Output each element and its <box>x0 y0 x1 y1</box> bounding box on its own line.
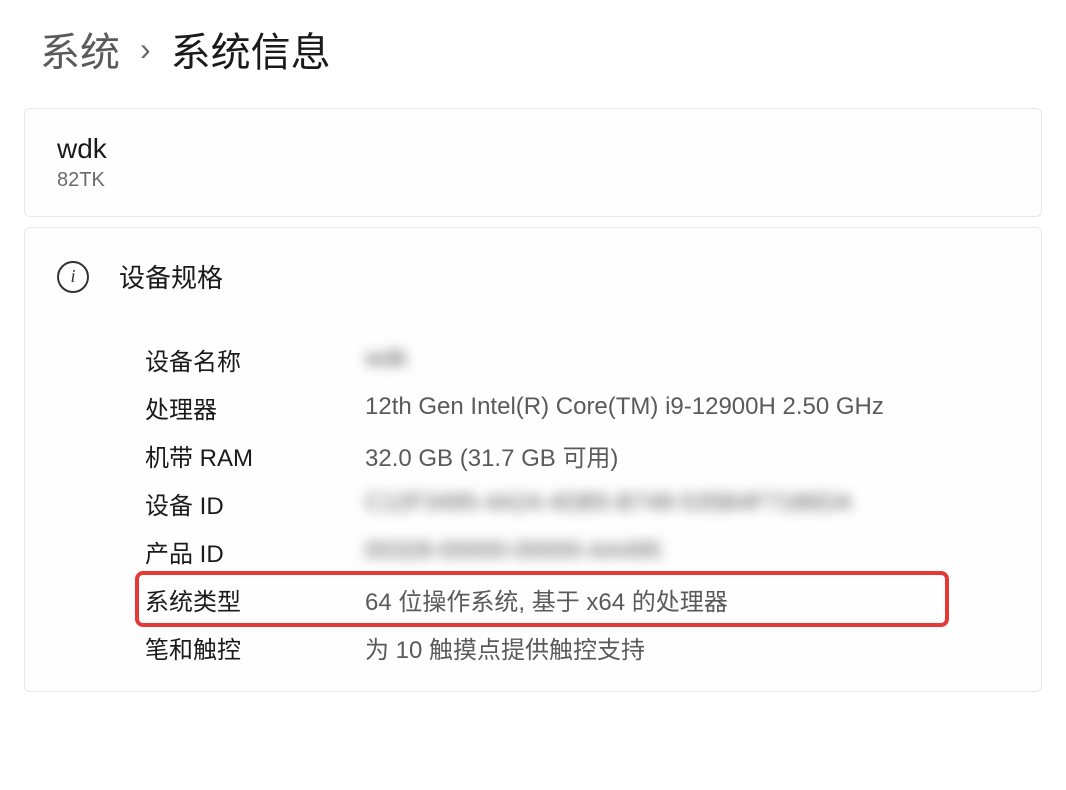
spec-value: 为 10 触摸点提供触控支持 <box>365 630 1009 665</box>
specs-card: i 设备规格 设备名称wdk处理器12th Gen Intel(R) Core(… <box>24 227 1042 692</box>
spec-value: C12F3495-4A24-4DB5-B748-535B4F7186DA <box>365 489 1009 517</box>
spec-value: 00328-00000-00000-AA495 <box>365 537 1009 565</box>
spec-value: 32.0 GB (31.7 GB 可用) <box>365 438 1009 473</box>
spec-row: 设备 IDC12F3495-4A24-4DB5-B748-535B4F7186D… <box>145 479 1009 527</box>
spec-row: 产品 ID00328-00000-00000-AA495 <box>145 527 1009 575</box>
spec-label: 系统类型 <box>145 582 365 617</box>
device-model: 82TK <box>57 169 1009 192</box>
breadcrumb: 系统 › 系统信息 <box>0 0 1066 108</box>
device-name: wdk <box>57 133 1009 165</box>
spec-value: wdk <box>365 345 1009 373</box>
spec-label: 机带 RAM <box>145 438 365 473</box>
spec-row: 处理器12th Gen Intel(R) Core(TM) i9-12900H … <box>145 383 1009 431</box>
specs-table: 设备名称wdk处理器12th Gen Intel(R) Core(TM) i9-… <box>25 335 1041 671</box>
specs-header[interactable]: i 设备规格 <box>25 228 1041 335</box>
spec-row: 设备名称wdk <box>145 335 1009 383</box>
breadcrumb-current: 系统信息 <box>171 20 331 78</box>
spec-row: 机带 RAM32.0 GB (31.7 GB 可用) <box>145 431 1009 479</box>
chevron-right-icon: › <box>140 31 151 68</box>
spec-value: 12th Gen Intel(R) Core(TM) i9-12900H 2.5… <box>365 393 1009 421</box>
spec-value: 64 位操作系统, 基于 x64 的处理器 <box>365 582 1009 617</box>
info-icon: i <box>57 261 89 293</box>
spec-label: 笔和触控 <box>145 630 365 665</box>
spec-label: 设备 ID <box>145 486 365 521</box>
spec-label: 产品 ID <box>145 534 365 569</box>
spec-label: 设备名称 <box>145 342 365 377</box>
breadcrumb-parent[interactable]: 系统 <box>40 20 120 78</box>
spec-label: 处理器 <box>145 390 365 425</box>
spec-row: 笔和触控为 10 触摸点提供触控支持 <box>145 623 1009 671</box>
specs-title: 设备规格 <box>119 258 223 295</box>
device-card: wdk 82TK <box>24 108 1042 217</box>
spec-row: 系统类型64 位操作系统, 基于 x64 的处理器 <box>145 575 1009 623</box>
